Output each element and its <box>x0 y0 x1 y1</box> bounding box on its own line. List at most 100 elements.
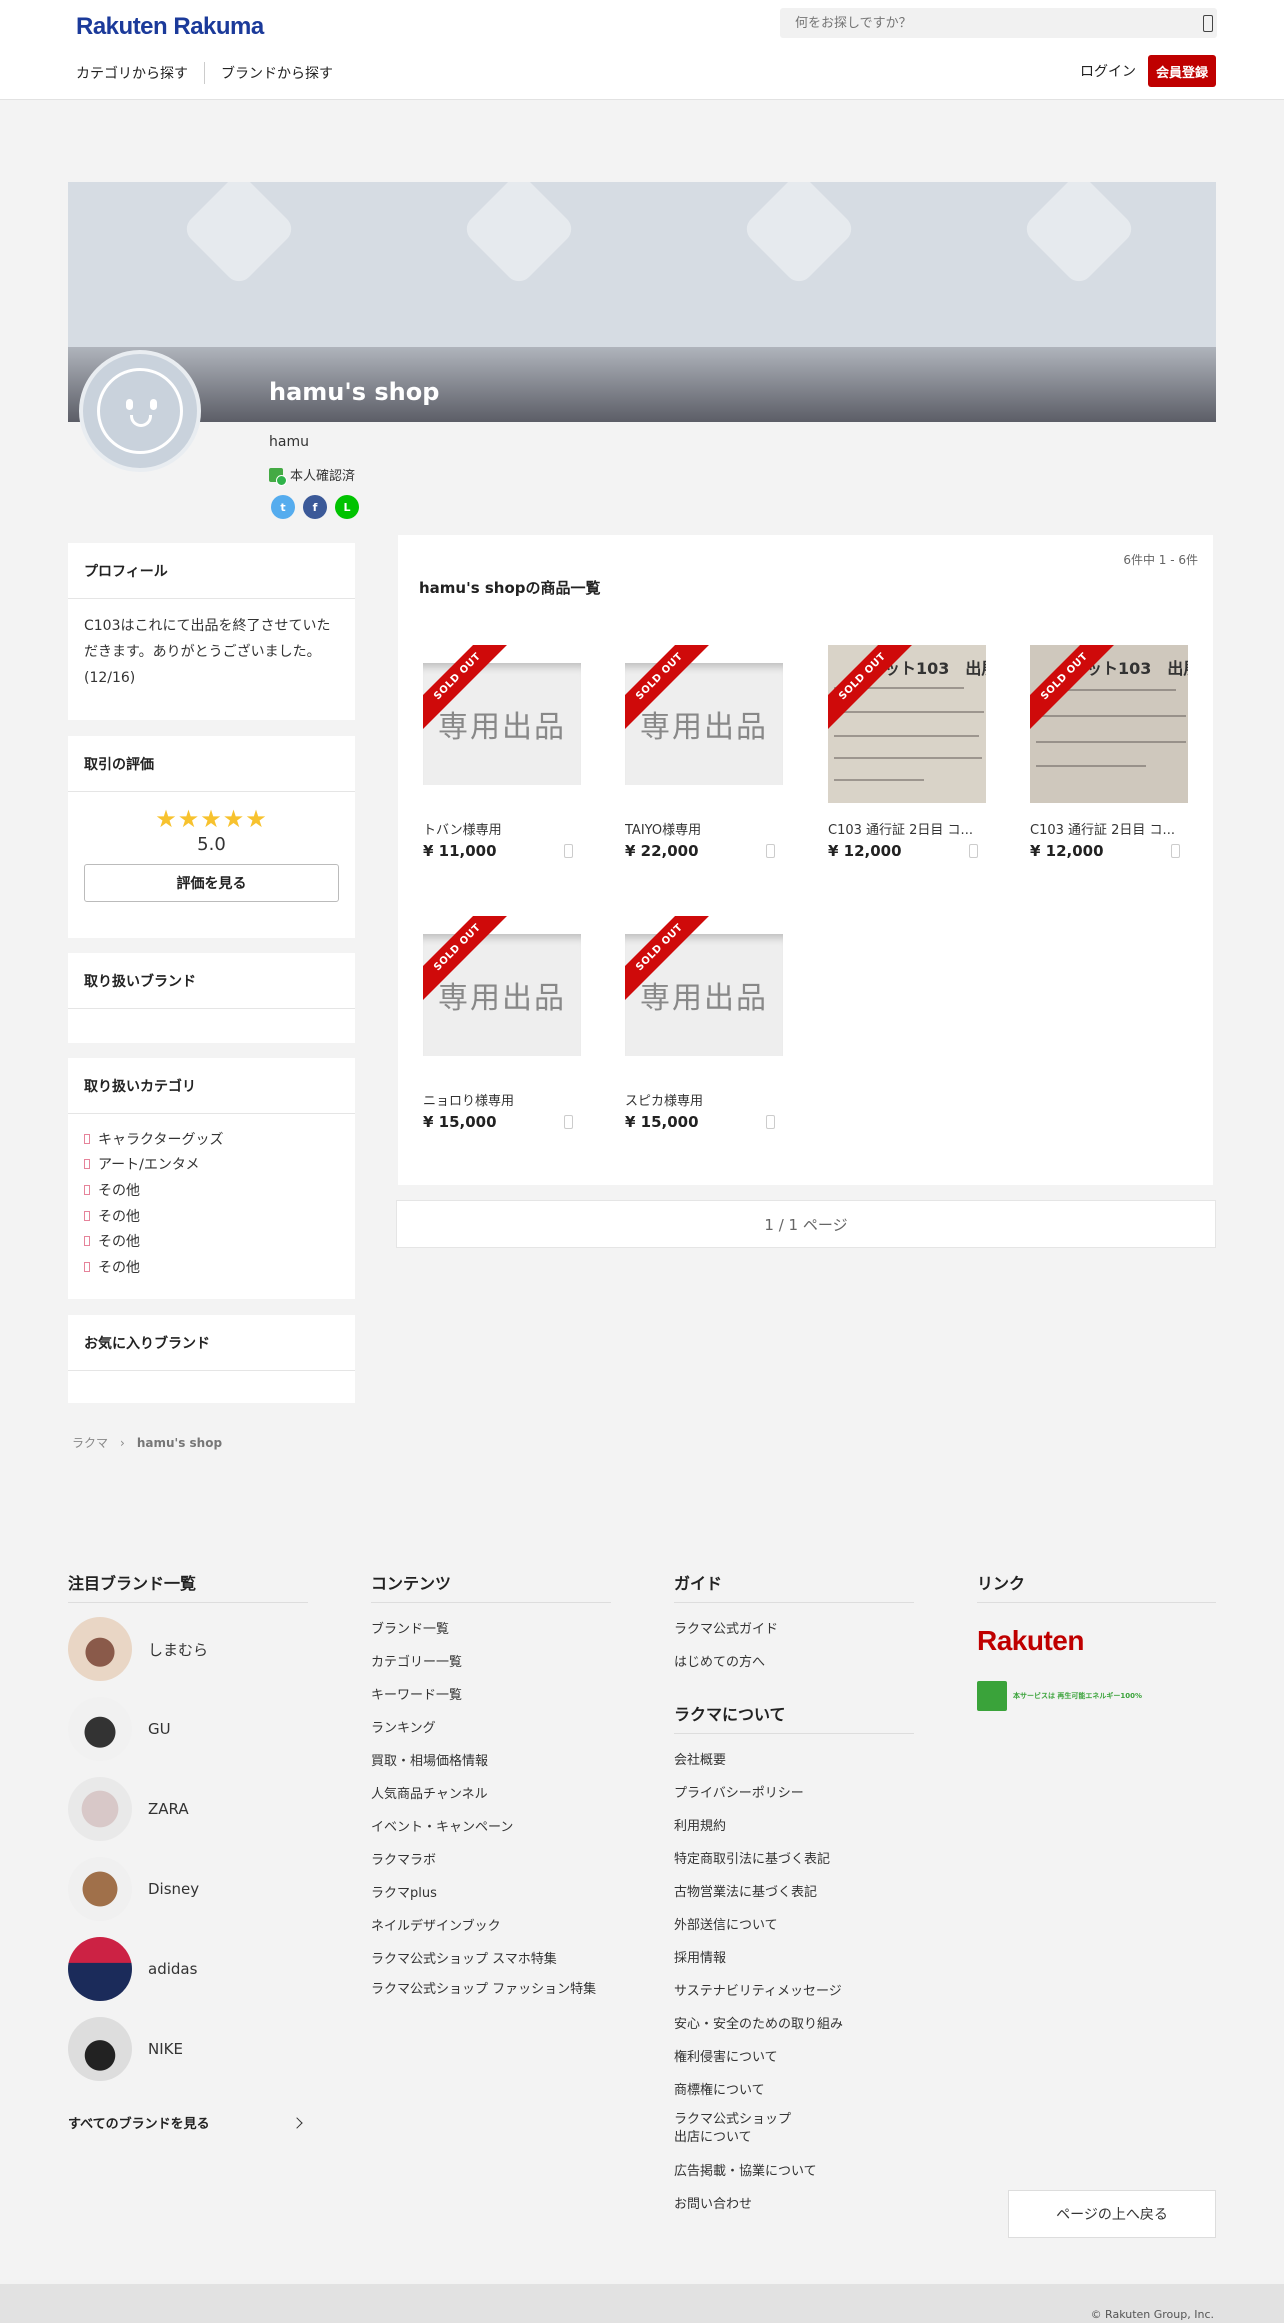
brand-link[interactable]: adidas <box>68 1929 308 2009</box>
footer-link[interactable]: 外部送信について <box>674 1907 914 1940</box>
footer-link[interactable]: ラクマ公式ショップ スマホ特集 <box>371 1941 611 1974</box>
brand-link[interactable]: ZARA <box>68 1769 308 1849</box>
footer-link[interactable]: ネイルデザインブック <box>371 1908 611 1941</box>
footer-link[interactable]: 採用情報 <box>674 1940 914 1973</box>
item-price: ¥ 15,000 <box>423 1113 497 1131</box>
footer-contents: コンテンツ ブランド一覧 カテゴリー一覧 キーワード一覧 ランキング 買取・相場… <box>371 1570 611 1999</box>
profile-title: プロフィール <box>68 543 355 599</box>
item-card[interactable]: 専用出品 SOLD OUT ニョロり様専用 ¥ 15,000 <box>423 916 581 1131</box>
profile-box: プロフィール C103はこれにて出品を終了させていただきます。ありがとうございま… <box>68 543 355 720</box>
footer-link[interactable]: サステナビリティメッセージ <box>674 1973 914 2006</box>
twitter-icon[interactable]: t <box>271 495 295 519</box>
footer-contents-title: コンテンツ <box>371 1570 611 1603</box>
category-item[interactable]: キャラクターグッズ <box>84 1126 339 1152</box>
footer-link[interactable]: キーワード一覧 <box>371 1677 611 1710</box>
footer-link[interactable]: 広告掲載・協業について <box>674 2153 914 2186</box>
view-reviews-button[interactable]: 評価を見る <box>84 864 339 902</box>
item-card[interactable]: ケット103 出展サ SOLD OUT C103 通行証 2日目 コ... ¥ … <box>828 645 986 860</box>
tag-icon <box>84 1210 90 1221</box>
footer-link[interactable]: プライバシーポリシー <box>674 1775 914 1808</box>
search-icon[interactable] <box>1203 15 1213 32</box>
brand-link[interactable]: Disney <box>68 1849 308 1929</box>
item-thumbnail[interactable]: 専用出品 SOLD OUT <box>625 645 783 803</box>
footer-link[interactable]: 人気商品チャンネル <box>371 1776 611 1809</box>
login-link[interactable]: ログイン <box>1080 61 1136 81</box>
category-item[interactable]: その他 <box>84 1203 339 1229</box>
like-icon[interactable] <box>766 1115 775 1129</box>
facebook-icon[interactable]: f <box>303 495 327 519</box>
footer-link[interactable]: カテゴリー一覧 <box>371 1644 611 1677</box>
rakuma-logo[interactable]: Rakuten Rakuma <box>76 13 264 41</box>
tag-icon <box>84 1184 90 1195</box>
item-card[interactable]: ケット103 出展 SOLD OUT C103 通行証 2日目 コ... ¥ 1… <box>1030 645 1188 860</box>
favorite-brands-title: お気に入りブランド <box>68 1315 355 1371</box>
footer-link[interactable]: 特定商取引法に基づく表記 <box>674 1841 914 1874</box>
footer-link[interactable]: 利用規約 <box>674 1808 914 1841</box>
footer-link[interactable]: 商標権について <box>674 2072 914 2105</box>
item-thumbnail[interactable]: 専用出品 SOLD OUT <box>423 916 581 1074</box>
brand-thumb <box>68 1777 132 1841</box>
footer-link[interactable]: ブランド一覧 <box>371 1611 611 1644</box>
brand-link[interactable]: NIKE <box>68 2009 308 2089</box>
brand-link[interactable]: GU <box>68 1689 308 1769</box>
category-item[interactable]: アート/エンタメ <box>84 1152 339 1178</box>
footer-link[interactable]: 会社概要 <box>674 1742 914 1775</box>
brand-thumb <box>68 2017 132 2081</box>
item-name[interactable]: トバン様専用 <box>423 819 581 838</box>
footer-link[interactable]: ラクマplus <box>371 1875 611 1908</box>
like-icon[interactable] <box>564 844 573 858</box>
item-card[interactable]: 専用出品 SOLD OUT TAIYO様専用 ¥ 22,000 <box>625 645 783 860</box>
rating-title: 取引の評価 <box>68 736 355 792</box>
item-name[interactable]: C103 通行証 2日目 コ... <box>828 819 986 838</box>
footer-link[interactable]: 権利侵害について <box>674 2039 914 2072</box>
item-thumbnail[interactable]: 専用出品 SOLD OUT <box>423 645 581 803</box>
item-thumbnail[interactable]: ケット103 出展 SOLD OUT <box>1030 645 1188 803</box>
item-thumbnail[interactable]: ケット103 出展サ SOLD OUT <box>828 645 986 803</box>
like-icon[interactable] <box>1171 844 1180 858</box>
item-card[interactable]: 専用出品 SOLD OUT トバン様専用 ¥ 11,000 <box>423 645 581 860</box>
breadcrumb-home[interactable]: ラクマ <box>72 1434 108 1451</box>
category-item[interactable]: その他 <box>84 1254 339 1280</box>
rakuten-logo[interactable]: Rakuten <box>977 1625 1084 1656</box>
brands-title: 取り扱いブランド <box>68 953 355 1009</box>
footer-link[interactable]: 買取・相場価格情報 <box>371 1743 611 1776</box>
line-icon[interactable]: L <box>335 495 359 519</box>
footer-link[interactable]: ラクマ公式ショップ 出店について <box>674 2105 804 2153</box>
nav-category[interactable]: カテゴリから探す <box>76 63 188 83</box>
item-thumbnail[interactable]: 専用出品 SOLD OUT <box>625 916 783 1074</box>
banner-shade <box>68 347 1216 422</box>
footer-link[interactable]: はじめての方へ <box>674 1644 914 1677</box>
footer-link[interactable]: 古物営業法に基づく表記 <box>674 1874 914 1907</box>
item-name[interactable]: ニョロり様専用 <box>423 1090 581 1109</box>
nav-brand[interactable]: ブランドから探す <box>221 63 333 83</box>
category-item[interactable]: その他 <box>84 1228 339 1254</box>
footer-link[interactable]: ランキング <box>371 1710 611 1743</box>
search-input[interactable] <box>780 8 1217 38</box>
footer-link[interactable]: ラクマラボ <box>371 1842 611 1875</box>
item-name[interactable]: TAIYO様専用 <box>625 819 783 838</box>
footer-link[interactable]: 安心・安全のための取り組み <box>674 2006 914 2039</box>
register-button[interactable]: 会員登録 <box>1148 55 1216 87</box>
brand-link[interactable]: しまむら <box>68 1609 308 1689</box>
item-price: ¥ 12,000 <box>828 842 902 860</box>
search-box[interactable] <box>780 8 1217 38</box>
shop-avatar <box>79 350 201 472</box>
item-name[interactable]: スピカ様専用 <box>625 1090 783 1109</box>
like-icon[interactable] <box>564 1115 573 1129</box>
item-card[interactable]: 専用出品 SOLD OUT スピカ様専用 ¥ 15,000 <box>625 916 783 1131</box>
breadcrumb: ラクマ › hamu's shop <box>72 1434 222 1451</box>
green-energy-badge[interactable]: 本サービスは 再生可能エネルギー100% <box>977 1681 1216 1711</box>
footer-link[interactable]: お問い合わせ <box>674 2186 914 2219</box>
pagination[interactable]: 1 / 1 ページ <box>396 1200 1216 1248</box>
footer-link[interactable]: ラクマ公式ショップ ファッション特集 <box>371 1974 601 1999</box>
tag-icon <box>84 1159 90 1170</box>
brand-thumb <box>68 1857 132 1921</box>
like-icon[interactable] <box>766 844 775 858</box>
all-brands-link[interactable]: すべてのブランドを見る <box>68 2113 305 2132</box>
item-name[interactable]: C103 通行証 2日目 コ... <box>1030 819 1188 838</box>
footer-link[interactable]: ラクマ公式ガイド <box>674 1611 914 1644</box>
footer-link[interactable]: イベント・キャンペーン <box>371 1809 611 1842</box>
category-item[interactable]: その他 <box>84 1177 339 1203</box>
like-icon[interactable] <box>969 844 978 858</box>
back-to-top-button[interactable]: ページの上へ戻る <box>1008 2190 1216 2238</box>
